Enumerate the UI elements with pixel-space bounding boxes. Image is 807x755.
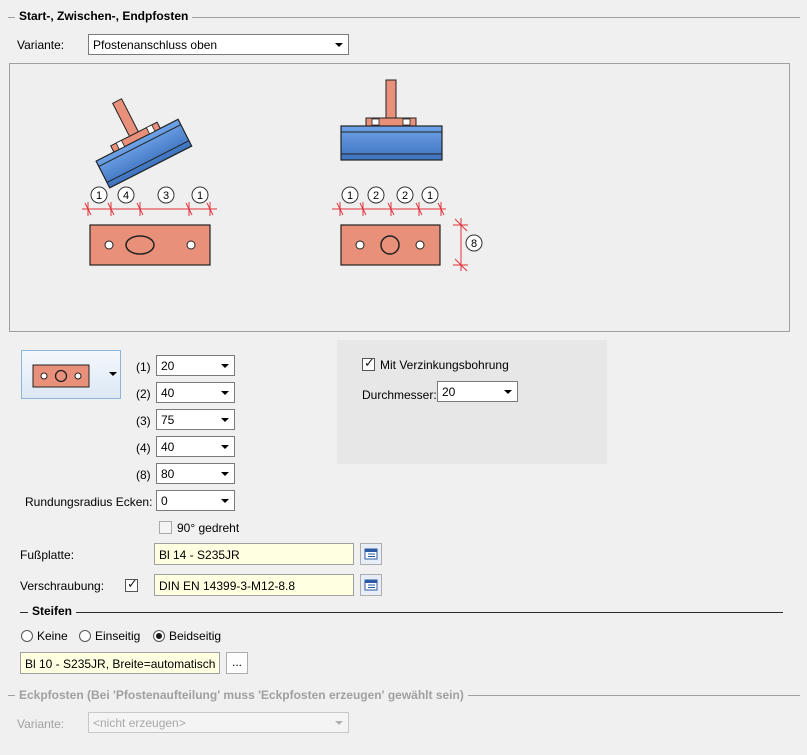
param-label-4: (4): [136, 441, 151, 455]
stiffener-radio-none[interactable]: [21, 630, 33, 642]
dim-label: 2: [402, 190, 408, 202]
galvanizing-checkbox[interactable]: [362, 356, 375, 371]
chevron-down-icon: [221, 418, 229, 422]
dim-label: 8: [471, 238, 477, 250]
variant-select[interactable]: Pfostenanschluss oben: [88, 34, 349, 55]
catalog-icon: [364, 548, 378, 560]
dim-label: 1: [197, 190, 203, 202]
footplate-catalog-button[interactable]: [360, 543, 382, 565]
param-select-2[interactable]: 40: [156, 382, 235, 403]
angled-beam-view: [95, 98, 193, 189]
diameter-select[interactable]: 20: [437, 381, 518, 402]
ellipsis-icon: ...: [232, 655, 243, 669]
param-select-1[interactable]: 20: [156, 355, 235, 376]
stiffeners-title: Steifen: [28, 604, 77, 618]
radius-value: 0: [161, 494, 168, 508]
dim-label: 2: [373, 190, 379, 202]
stiffener-radio-bothsided-label: Beidseitig: [169, 629, 222, 643]
dim-label: 1: [96, 190, 102, 202]
stiffener-radio-onesided[interactable]: [79, 630, 91, 642]
bolting-value: DIN EN 14399-3-M12-8.8: [159, 579, 296, 593]
param-select-3[interactable]: 75: [156, 409, 235, 430]
param-select-8[interactable]: 80: [156, 463, 235, 484]
plate-type-icon: [32, 364, 90, 388]
param-select-4[interactable]: 40: [156, 436, 235, 457]
variant-label: Variante:: [17, 38, 65, 52]
radius-select[interactable]: 0: [156, 490, 235, 511]
stiffener-more-button[interactable]: ...: [226, 652, 248, 674]
section-title: Start-, Zwischen-, Endpfosten: [15, 9, 193, 23]
param-label-1: (1): [136, 360, 151, 374]
diameter-value: 20: [442, 385, 456, 399]
stiffeners-divider: [20, 612, 783, 613]
dim-label: 1: [347, 190, 353, 202]
param-value: 40: [161, 440, 175, 454]
stiffener-radio-onesided-label: Einseitig: [95, 629, 141, 643]
param-label-2: (2): [136, 387, 151, 401]
param-value: 20: [161, 359, 175, 373]
param-label-3: (3): [136, 414, 151, 428]
stiffener-radio-bothsided[interactable]: [153, 630, 165, 642]
left-dimension-labels: 1 4 3 1: [90, 186, 209, 204]
preview-panel: 1 4 3 1 1 2 2 1 8: [9, 63, 790, 332]
dim-label: 3: [163, 190, 169, 202]
stiffener-field[interactable]: Bl 10 - S235JR, Breite=automatisch: [20, 652, 220, 674]
stiffener-value: Bl 10 - S235JR, Breite=automatisch: [25, 657, 216, 671]
bolting-checkbox[interactable]: [125, 577, 138, 592]
chevron-down-icon: [221, 364, 229, 368]
chevron-down-icon: [109, 372, 117, 376]
dim-label: 4: [123, 190, 129, 202]
section2-variant-label: Variante:: [17, 717, 65, 731]
plate-type-picker[interactable]: [21, 350, 121, 399]
bolting-catalog-button[interactable]: [360, 574, 382, 596]
right-plate: [340, 224, 441, 266]
section2-variant-value: <nicht erzeugen>: [93, 716, 186, 730]
section2-title: Eckpfosten (Bei 'Pfostenaufteilung' muss…: [15, 688, 468, 702]
chevron-down-icon: [221, 445, 229, 449]
footplate-label: Fußplatte:: [20, 548, 75, 562]
chevron-down-icon: [504, 390, 512, 394]
chevron-down-icon: [221, 472, 229, 476]
param-value: 80: [161, 467, 175, 481]
straight-beam-view: [340, 79, 443, 161]
chevron-down-icon: [335, 721, 343, 725]
chevron-down-icon: [221, 499, 229, 503]
dim-label: 1: [427, 190, 433, 202]
param-value: 75: [161, 413, 175, 427]
rotated-label: 90° gedreht: [177, 521, 240, 535]
chevron-down-icon: [335, 43, 343, 47]
variant-select-value: Pfostenanschluss oben: [93, 38, 218, 52]
param-label-8: (8): [136, 468, 151, 482]
footplate-value: Bl 14 - S235JR: [159, 548, 240, 562]
stiffener-radio-none-label: Keine: [37, 629, 68, 643]
rotated-checkbox[interactable]: [159, 521, 172, 534]
left-dimension-chain: [82, 202, 217, 216]
radius-label: Rundungsradius Ecken:: [25, 495, 153, 509]
param-value: 40: [161, 386, 175, 400]
connection-preview-drawing: 1 4 3 1 1 2 2 1 8: [82, 79, 483, 272]
bolting-field[interactable]: DIN EN 14399-3-M12-8.8: [154, 574, 354, 596]
bolting-label: Verschraubung:: [20, 579, 105, 593]
section2-variant-select[interactable]: <nicht erzeugen>: [88, 712, 349, 733]
galvanizing-label: Mit Verzinkungsbohrung: [380, 358, 509, 372]
footplate-field[interactable]: Bl 14 - S235JR: [154, 543, 354, 565]
chevron-down-icon: [221, 391, 229, 395]
catalog-icon: [364, 579, 378, 591]
left-plate: [89, 224, 211, 266]
diameter-label: Durchmesser:: [362, 388, 437, 402]
